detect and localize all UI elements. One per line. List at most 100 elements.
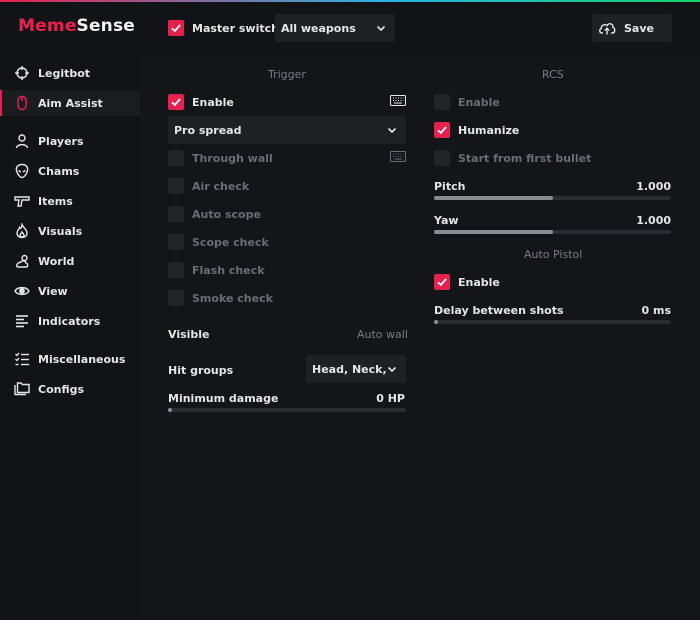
slider-fill (434, 320, 438, 324)
through-wall-checkbox[interactable] (168, 150, 184, 166)
sidebar-item-chams[interactable]: Chams (0, 158, 140, 184)
mouse-icon (13, 94, 31, 112)
checkmark-icon (171, 98, 181, 107)
yaw-value: 1.000 (636, 214, 671, 227)
eye-icon (13, 282, 31, 300)
sidebar-item-label: Legitbot (38, 66, 91, 80)
minimum-damage-slider[interactable] (168, 408, 406, 412)
sidebar-item-label: Visuals (38, 224, 83, 238)
pitch-value: 1.000 (636, 180, 671, 193)
sidebar-item-legitbot[interactable]: Legitbot (0, 60, 140, 86)
alien-head-icon (13, 162, 31, 180)
sidebar-item-world[interactable]: World (0, 248, 140, 274)
save-button-label: Save (624, 22, 654, 35)
sidebar-item-configs[interactable]: Configs (0, 376, 140, 402)
trigger-mode-select[interactable]: Pro spread (168, 116, 406, 144)
checkmark-icon (437, 278, 447, 287)
hit-groups-value: Head, Neck, C (312, 362, 386, 376)
start-first-bullet-label: Start from first bullet (458, 152, 592, 165)
pitch-slider[interactable] (434, 196, 671, 200)
sidebar-item-players[interactable]: Players (0, 128, 140, 154)
minimum-damage-label: Minimum damage (168, 392, 279, 405)
rcs-heading: RCS (542, 68, 564, 81)
pitch-label: Pitch (434, 180, 466, 193)
user-icon (13, 132, 31, 150)
sidebar-item-aim-assist[interactable]: Aim Assist (0, 90, 140, 116)
through-wall-label: Through wall (192, 152, 273, 165)
trigger-enable-checkbox[interactable] (168, 94, 184, 110)
auto-scope-label: Auto scope (192, 208, 261, 221)
pistol-icon (13, 192, 31, 210)
rcs-enable-label: Enable (458, 96, 500, 109)
air-check-checkbox[interactable] (168, 178, 184, 194)
visible-mode-value[interactable]: Auto wall (357, 328, 408, 341)
checkmark-icon (437, 126, 447, 135)
auto-pistol-enable-label: Enable (458, 276, 500, 289)
sidebar-item-label: Chams (38, 164, 80, 178)
sidebar-item-label: Players (38, 134, 84, 148)
sidebar-item-label: Aim Assist (38, 96, 103, 110)
master-switch-checkbox[interactable] (168, 20, 184, 36)
hit-groups-select[interactable]: Head, Neck, C (306, 355, 406, 383)
chevron-down-icon (376, 25, 386, 32)
crosshair-icon (13, 64, 31, 82)
aim-assist-panel: Trigger Enable Pro spread Through wall A… (140, 56, 700, 620)
sidebar-item-indicators[interactable]: Indicators (0, 308, 140, 334)
sidebar: MemeSense Legitbot Aim Assist Players Ch… (0, 2, 140, 620)
sidebar-item-label: Items (38, 194, 73, 208)
chevron-down-icon (387, 127, 397, 134)
trigger-mode-value: Pro spread (174, 123, 242, 137)
smoke-check-checkbox[interactable] (168, 290, 184, 306)
smoke-check-label: Smoke check (192, 292, 273, 305)
cloud-upload-icon (599, 23, 616, 35)
sidebar-item-label: World (38, 254, 75, 268)
text-lines-icon (13, 312, 31, 330)
flame-icon (13, 222, 31, 240)
visible-label: Visible (168, 328, 210, 341)
trigger-heading: Trigger (268, 68, 306, 81)
slider-fill (434, 230, 553, 234)
checklist-icon (13, 350, 31, 368)
sidebar-item-label: Indicators (38, 314, 101, 328)
air-check-label: Air check (192, 180, 250, 193)
auto-pistol-enable-checkbox[interactable] (434, 274, 450, 290)
sidebar-item-miscellaneous[interactable]: Miscellaneous (0, 346, 140, 372)
humanize-label: Humanize (458, 124, 520, 137)
auto-pistol-heading: Auto Pistol (524, 248, 583, 261)
yaw-label: Yaw (434, 214, 459, 227)
flash-check-checkbox[interactable] (168, 262, 184, 278)
cloud-sun-icon (13, 252, 31, 270)
rcs-enable-checkbox[interactable] (434, 94, 450, 110)
slider-fill (434, 196, 553, 200)
master-switch-label: Master switch (192, 22, 279, 35)
delay-between-shots-slider[interactable] (434, 320, 671, 324)
sidebar-item-label: Miscellaneous (38, 352, 126, 366)
delay-between-shots-label: Delay between shots (434, 304, 564, 317)
minimum-damage-value: 0 HP (376, 392, 405, 405)
start-first-bullet-checkbox[interactable] (434, 150, 450, 166)
weapon-select-value: All weapons (281, 21, 356, 35)
sidebar-item-view[interactable]: View (0, 278, 140, 304)
sidebar-item-items[interactable]: Items (0, 188, 140, 214)
yaw-slider[interactable] (434, 230, 671, 234)
scope-check-label: Scope check (192, 236, 269, 249)
delay-between-shots-value: 0 ms (641, 304, 672, 317)
sidebar-item-label: Configs (38, 382, 85, 396)
flash-check-label: Flash check (192, 264, 265, 277)
weapon-select[interactable]: All weapons (275, 14, 395, 42)
slider-fill (168, 408, 172, 412)
app-logo: MemeSense (18, 16, 136, 36)
sidebar-item-label: View (38, 284, 68, 298)
hit-groups-label: Hit groups (168, 364, 234, 377)
keyboard-icon[interactable] (390, 151, 406, 162)
trigger-enable-label: Enable (192, 96, 234, 109)
save-button[interactable]: Save (592, 14, 672, 42)
sidebar-item-visuals[interactable]: Visuals (0, 218, 140, 244)
humanize-checkbox[interactable] (434, 122, 450, 138)
checkmark-icon (171, 24, 181, 33)
header-toolbar: Master switch All weapons Save (140, 2, 700, 56)
keyboard-icon[interactable] (390, 95, 406, 106)
chevron-down-icon (387, 366, 397, 373)
scope-check-checkbox[interactable] (168, 234, 184, 250)
auto-scope-checkbox[interactable] (168, 206, 184, 222)
